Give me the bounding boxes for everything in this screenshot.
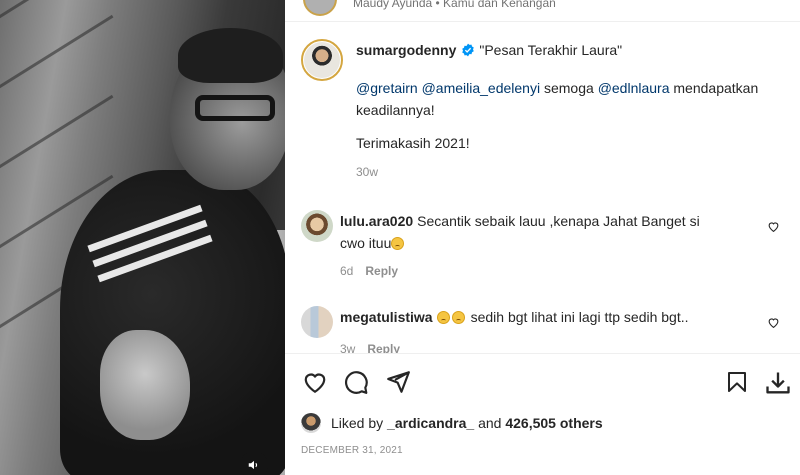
- post-actions: Liked by _ardicandra_ and 426,505 others…: [285, 353, 800, 475]
- likes-summary[interactable]: Liked by _ardicandra_ and 426,505 others: [301, 412, 603, 434]
- heart-icon[interactable]: [767, 220, 780, 233]
- post-date[interactable]: DECEMBER 31, 2021: [301, 445, 403, 456]
- caption-thanks: Terimakasih 2021!: [356, 135, 470, 151]
- caption-header: sumargodenny "Pesan Terakhir Laura": [356, 42, 622, 58]
- mention-link[interactable]: @ameilia_edelenyi: [422, 80, 541, 96]
- author-avatar-image: [304, 42, 340, 78]
- mute-toggle-button[interactable]: [240, 451, 268, 475]
- mention-link[interactable]: @edlnlaura: [598, 80, 670, 96]
- reply-button[interactable]: Reply: [365, 264, 398, 278]
- author-avatar[interactable]: [301, 39, 343, 81]
- speaker-icon: [248, 460, 258, 470]
- comment-age: 6d: [340, 264, 354, 278]
- comment-meta: 3w Reply: [340, 342, 400, 353]
- floor-plank: [0, 94, 114, 193]
- mention-link[interactable]: @gretairn: [356, 80, 418, 96]
- floor-plank: [0, 14, 114, 113]
- comments-list[interactable]: sumargodenny "Pesan Terakhir Laura" @gre…: [285, 23, 800, 353]
- worried-face-emoji-icon: [391, 237, 405, 250]
- share-icon[interactable]: [385, 369, 411, 395]
- caption-text: semoga: [540, 80, 598, 96]
- bookmark-icon[interactable]: [725, 369, 749, 395]
- video-figure-hand: [100, 330, 190, 440]
- comment-text: lulu.ara020 Secantik sebaik lauu ,kenapa …: [340, 210, 725, 254]
- verified-badge-icon: [462, 43, 475, 57]
- post-details-panel: Maudy Ayunda • Kamu dan Kenangan sumargo…: [285, 0, 800, 475]
- floor-plank: [0, 0, 114, 43]
- commenter-username[interactable]: megatulistiwa: [340, 309, 433, 325]
- post-header: Maudy Ayunda • Kamu dan Kenangan: [285, 0, 800, 22]
- heart-icon[interactable]: [302, 369, 328, 395]
- commenter-username[interactable]: lulu.ara020: [340, 213, 413, 229]
- download-icon[interactable]: [764, 369, 792, 397]
- likes-prefix: Liked by: [331, 415, 384, 431]
- caption-title: "Pesan Terakhir Laura": [479, 42, 623, 58]
- video-figure-glasses: [195, 95, 275, 121]
- comment-icon[interactable]: [343, 369, 369, 395]
- audio-attribution[interactable]: Maudy Ayunda • Kamu dan Kenangan: [353, 0, 556, 10]
- liker-avatar: [301, 413, 321, 433]
- comment-body: sedih bgt lihat ini lagi ttp sedih bgt..: [470, 309, 689, 325]
- author-username[interactable]: sumargodenny: [356, 42, 456, 58]
- video-figure-hair: [178, 28, 283, 83]
- caption-body: @gretairn @ameilia_edelenyi semoga @edln…: [356, 77, 776, 121]
- author-avatar[interactable]: [303, 0, 337, 16]
- commenter-avatar[interactable]: [301, 210, 333, 242]
- likes-middle: and: [474, 415, 506, 431]
- post-video[interactable]: [0, 0, 285, 475]
- worried-face-emoji-icon: [451, 311, 465, 324]
- likes-count[interactable]: 426,505 others: [505, 415, 602, 431]
- reply-button[interactable]: Reply: [367, 342, 400, 353]
- heart-icon[interactable]: [767, 316, 780, 329]
- commenter-avatar[interactable]: [301, 306, 333, 338]
- liker-username[interactable]: _ardicandra_: [387, 415, 474, 431]
- worried-face-emoji-icon: [436, 311, 450, 324]
- comment-meta: 6d Reply: [340, 264, 398, 278]
- comment-text: megatulistiwa sedih bgt lihat ini lagi tt…: [340, 306, 725, 328]
- caption-age: 30w: [356, 165, 379, 179]
- comment-age: 3w: [340, 342, 356, 353]
